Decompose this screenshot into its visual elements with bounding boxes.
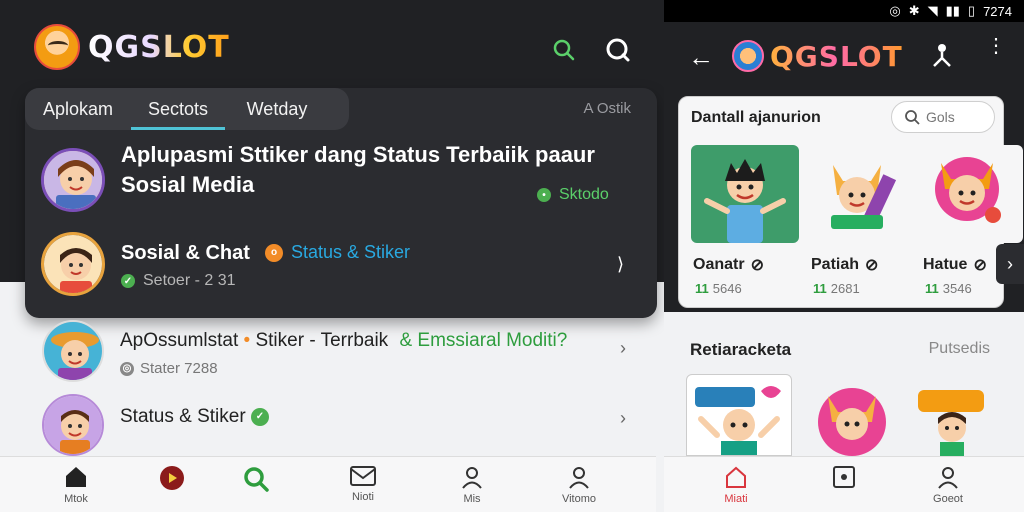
profile-icon [569,467,589,489]
sticker-search-input[interactable]: Gols [891,101,995,133]
sticker-thumb[interactable] [915,145,1023,243]
tab-wetday[interactable]: Wetday [225,88,329,130]
nav-mis[interactable]: Mis [442,465,502,505]
alarm-icon: ◎ [889,3,901,18]
tab-bar: Aplokam Sectots Wetday [25,88,349,130]
sticker-box-icon [833,466,855,488]
chat-row-tag[interactable]: o Status & Stiker [265,242,410,263]
bluetooth-icon: ✱ [908,3,920,18]
featured-card: Aplokam Sectots Wetday A Ostik Aplupasmi… [25,88,657,318]
chat-row-title[interactable]: Sosial & Chat [121,238,250,268]
nav-home[interactable]: Miati [706,465,766,505]
featured-avatar [41,148,105,212]
home-icon [726,466,746,488]
more-menu-icon[interactable]: ⋮ [986,36,1006,56]
carousel-next-arrow-icon[interactable]: › [996,244,1024,284]
user-icon [462,467,482,489]
chat-avatar [41,232,105,296]
list-avatar [42,320,104,382]
battery-icon: ▯ [967,3,976,18]
mascot-logo-icon [34,24,80,70]
brand-name: QGSLOT [88,29,230,65]
nav-play[interactable] [142,465,202,491]
chat-search-icon[interactable] [604,36,632,64]
check-icon: ✓ [121,274,135,288]
separator-dot: • [243,330,251,351]
chat-row-sub: ✓ Setoer - 2 31 [121,272,236,290]
left-app-screen: QGSLOT Aplokam Sectots Wetday A Ostik Ap… [0,0,664,512]
search-icon[interactable] [550,36,578,64]
share-icon[interactable] [930,42,954,73]
sticker-count: 11 5646 [695,281,742,296]
section-title: Retiaracketa [690,340,792,359]
app-logo[interactable]: QGSLOT [34,24,230,70]
sticker-name: Hatue ⊘ [923,256,987,274]
chevron-right-icon[interactable]: › [620,338,626,359]
home-icon [66,467,86,487]
nav-home[interactable]: Mtok [46,465,106,505]
wifi-icon: ◥ [927,3,938,18]
tab-aplokam[interactable]: Aplokam [25,88,131,130]
user-icon [938,467,958,489]
recent-section: Retiaracketa Putsedis [664,312,1024,456]
verified-icon: ✓ [250,407,269,426]
list-item-sub: ◎ Stater 7288 [120,360,218,377]
sticker-thumb[interactable] [803,145,911,243]
link-icon: ⊘ [865,257,879,274]
sticker-thumb[interactable] [912,374,992,456]
mail-icon [350,466,376,486]
tab-extra-link[interactable]: A Ostik [583,100,631,117]
tab-sectots[interactable]: Sectots [131,88,225,130]
sticker-name: Oanatr ⊘ [693,256,764,274]
signal-icon: ▮▮ [945,3,960,18]
section-link[interactable]: Putsedis [929,340,990,358]
nav-search[interactable] [226,465,286,493]
sticker-thumb[interactable] [691,145,799,243]
list-item-title: ApOssumlstat • Stiker - Terrbaik & Emssi… [120,330,568,351]
sticker-name: Patiah ⊘ [811,256,879,274]
brand-name: QGSLOT [770,40,903,73]
badge-dot-icon: • [537,188,551,202]
link-icon: ⊘ [973,257,987,274]
featured-badge: • Sktodo [537,186,609,204]
list-item[interactable]: Status & Stiker ✓ › [40,392,640,456]
chevron-right-icon[interactable]: › [620,408,626,429]
bottom-nav: Mtok Nioti Mis Vitomo [0,456,656,512]
right-bottom-nav: Miati Goeot [664,456,1024,512]
sticker-thumb[interactable] [686,374,792,456]
right-app-screen: ◎ ✱ ◥ ▮▮ ▯ 7274 ← QGSLOT ⋮ Dantall ajanu… [664,0,1024,512]
nav-profile[interactable]: Goeot [918,465,978,505]
nav-square[interactable] [814,465,874,489]
list-item-title: Status & Stiker ✓ [120,406,269,428]
search-icon [905,110,920,125]
mascot-logo-icon [732,40,764,72]
link-icon: ⊘ [750,257,764,274]
card-title: Dantall ajanurion [691,109,821,126]
status-time: 7274 [983,3,1012,19]
back-arrow-icon[interactable]: ← [688,42,714,73]
sticker-count: 11 2681 [813,281,860,296]
sticker-card: Dantall ajanurion Gols Oanatr ⊘ Patiah ⊘ H… [678,96,1023,308]
status-bar: ◎ ✱ ◥ ▮▮ ▯ 7274 [664,0,1024,22]
list-item[interactable]: ApOssumlstat • Stiker - Terrbaik & Emssi… [40,320,640,386]
list-avatar [42,394,104,456]
sticker-count: 11 3546 [925,281,972,296]
sticker-thumb[interactable] [812,374,892,456]
nav-messages[interactable]: Nioti [333,465,393,503]
nav-profile[interactable]: Vitomo [549,465,609,505]
search-icon [244,467,269,492]
play-icon [160,466,184,490]
status-icon: ◎ [120,361,134,376]
tag-icon: o [265,243,283,262]
chat-row-chevron-icon[interactable]: ⟩ [617,254,624,275]
